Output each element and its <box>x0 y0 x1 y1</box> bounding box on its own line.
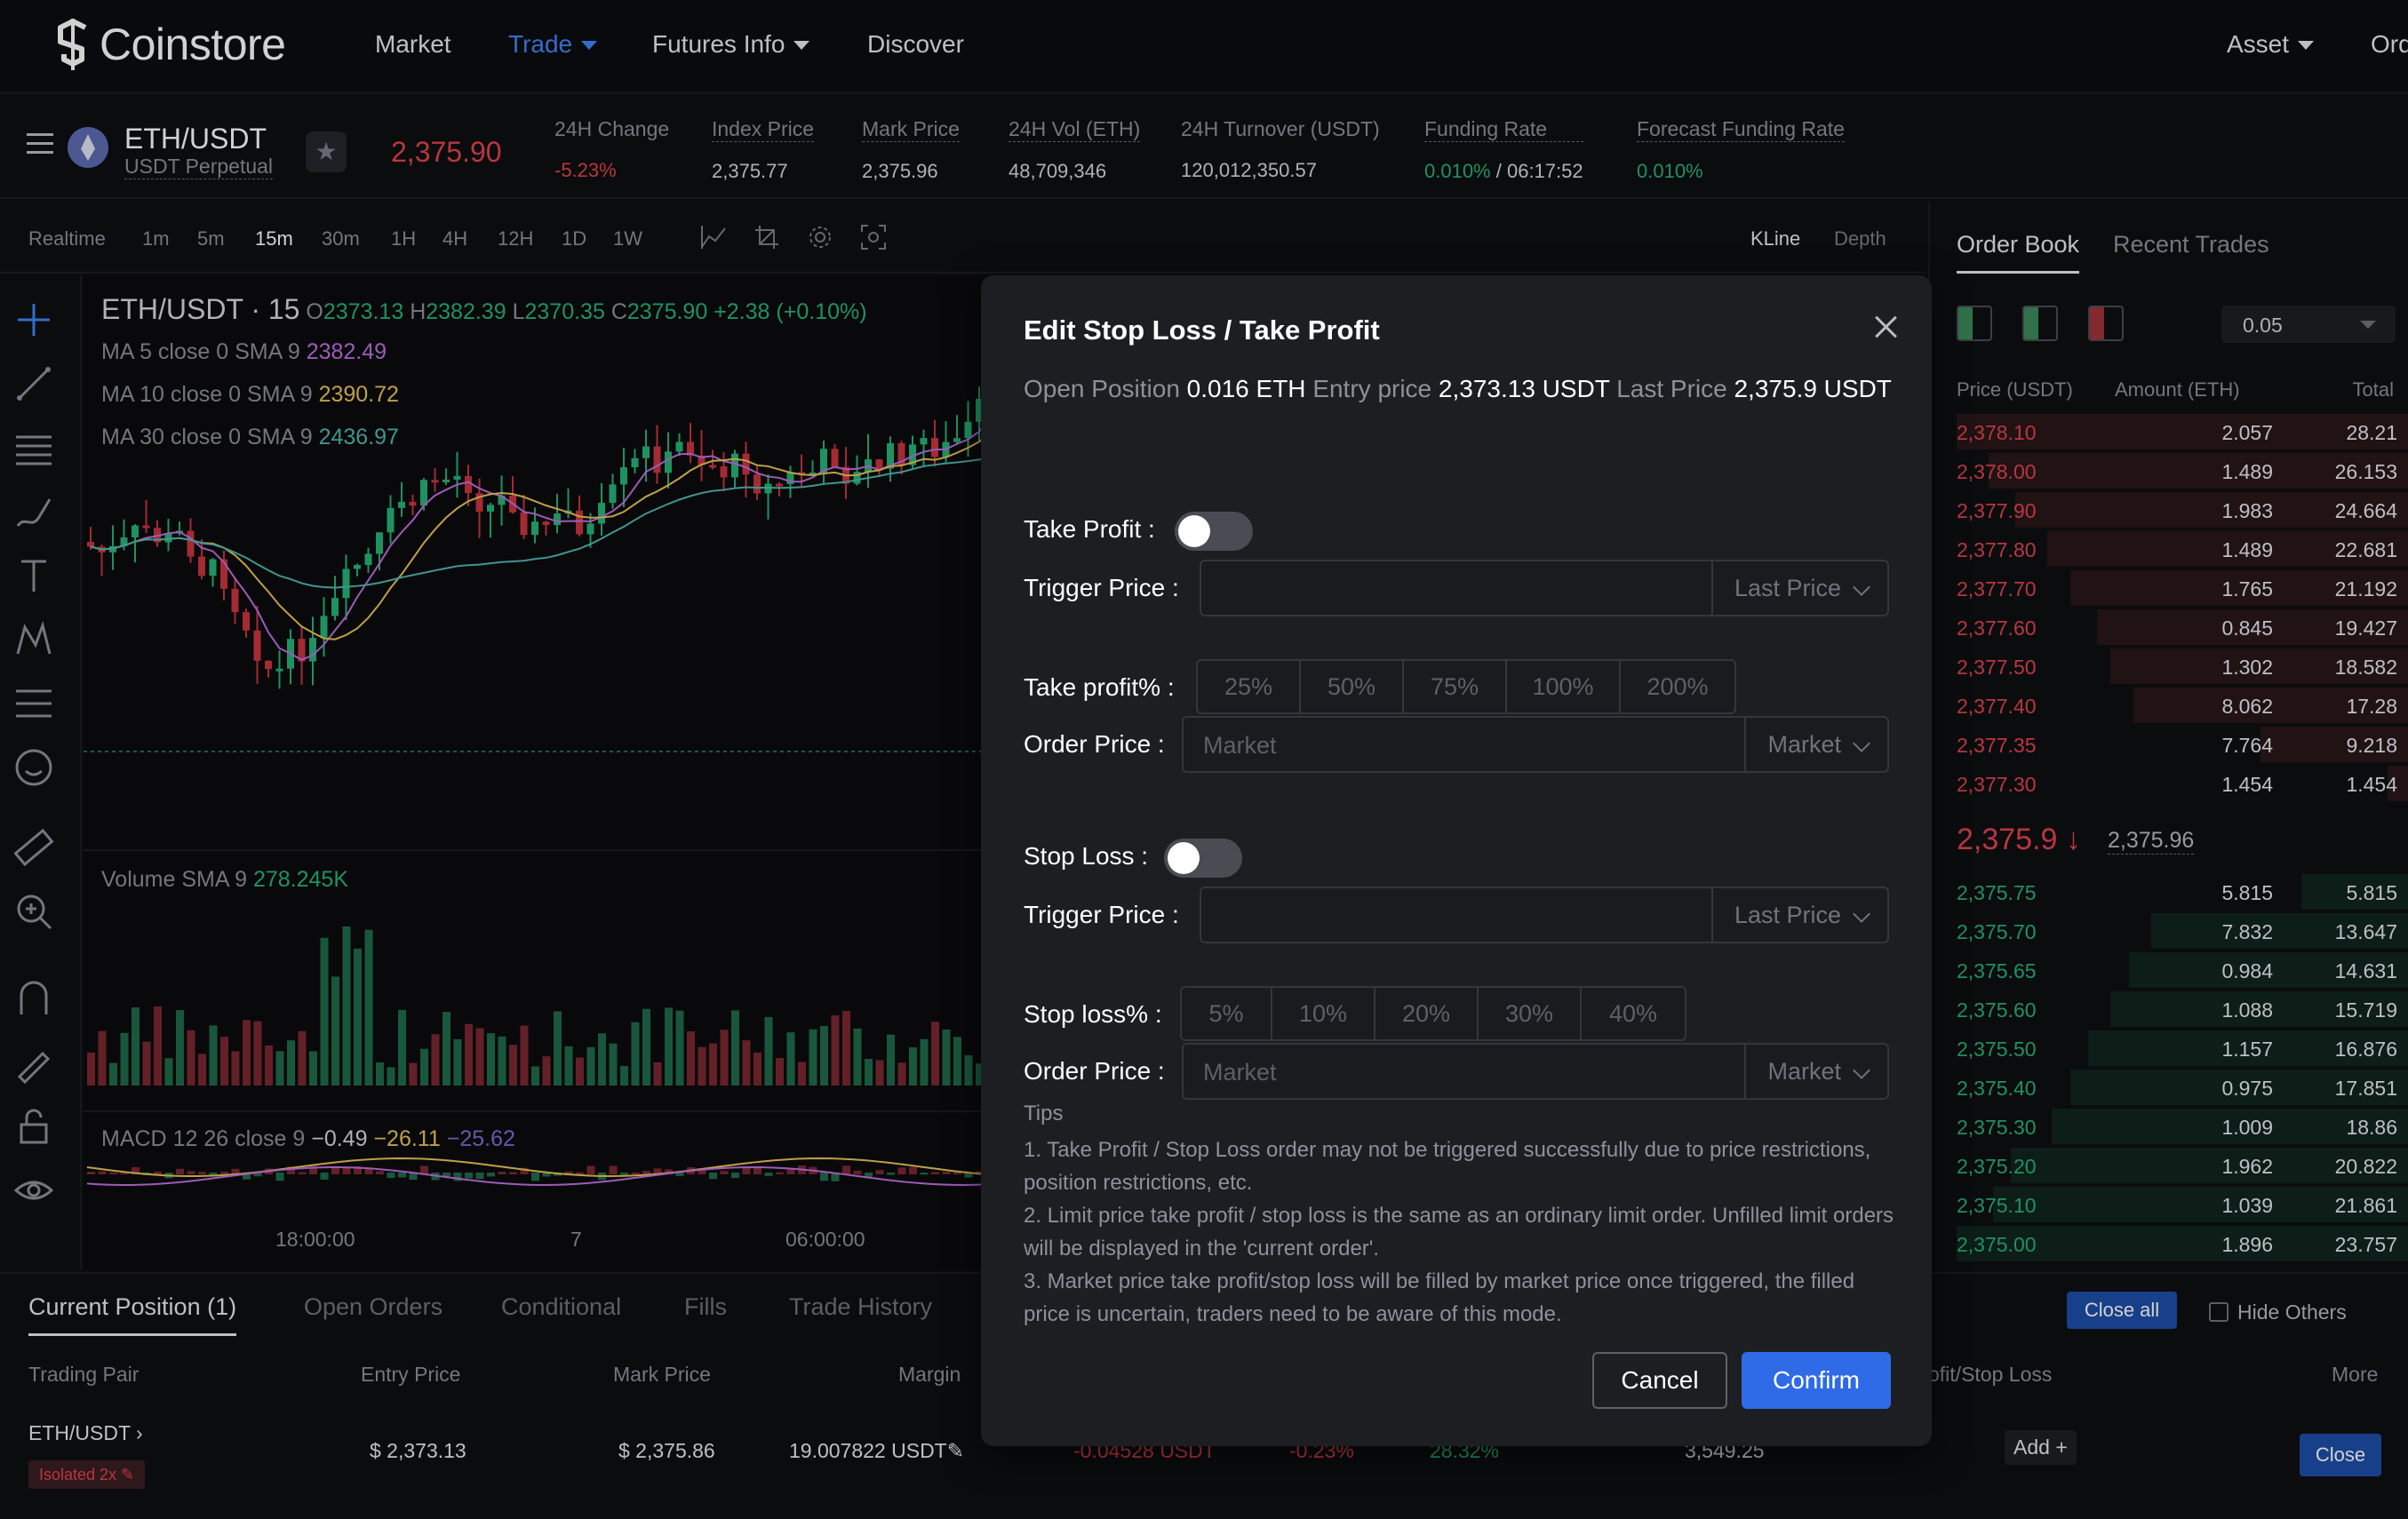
tp-pct-100[interactable]: 100% <box>1507 661 1621 712</box>
position-info: Open Position 0.016 ETH Entry price 2,37… <box>1024 370 1912 409</box>
tp-order-type-select[interactable]: Market <box>1744 718 1887 771</box>
take-profit-label: Take Profit : <box>1024 515 1155 543</box>
sl-order-placeholder: Market <box>1203 1059 1277 1086</box>
sl-pct-10[interactable]: 10% <box>1272 988 1375 1039</box>
tp-percent-group: 25% 50% 75% 100% 200% <box>1196 659 1736 714</box>
sl-order-price-input[interactable]: Market Market <box>1182 1043 1889 1100</box>
info-open-label: Open Position <box>1024 375 1180 402</box>
sl-trigger-label: Trigger Price : <box>1024 901 1179 928</box>
info-entry-label: Entry price <box>1312 375 1432 402</box>
take-profit-toggle[interactable] <box>1175 512 1253 551</box>
edit-tpsl-dialog: Edit Stop Loss / Take Profit Open Positi… <box>981 275 1932 1446</box>
sl-pct-30[interactable]: 30% <box>1479 988 1582 1039</box>
tp-trigger-type-select[interactable]: Last Price <box>1710 561 1887 615</box>
sl-pct-20[interactable]: 20% <box>1375 988 1479 1039</box>
toggle-knob <box>1168 842 1200 874</box>
tip-3: 3. Market price take profit/stop loss wi… <box>1024 1269 1855 1326</box>
stop-loss-toggle[interactable] <box>1164 839 1242 878</box>
tp-pct-200[interactable]: 200% <box>1621 661 1734 712</box>
tip-2: 2. Limit price take profit / stop loss i… <box>1024 1204 1894 1261</box>
tp-percent-label: Take profit% : <box>1024 673 1175 701</box>
sl-percent-label: Stop loss% : <box>1024 1000 1162 1028</box>
dialog-title: Edit Stop Loss / Take Profit <box>1024 314 1380 346</box>
tp-order-price-input[interactable]: Market Market <box>1182 716 1889 773</box>
sl-pct-5[interactable]: 5% <box>1182 988 1272 1039</box>
tp-pct-25[interactable]: 25% <box>1198 661 1301 712</box>
info-last-label: Last Price <box>1616 375 1727 402</box>
info-last-value: 2,375.9 USDT <box>1734 375 1892 402</box>
sl-order-price-label: Order Price : <box>1024 1057 1165 1085</box>
tp-order-price-label: Order Price : <box>1024 730 1165 758</box>
sl-trigger-input[interactable]: Last Price <box>1200 887 1889 943</box>
info-open-value: 0.016 ETH <box>1186 375 1306 402</box>
tp-pct-75[interactable]: 75% <box>1404 661 1507 712</box>
tp-trigger-input[interactable]: Last Price <box>1200 560 1889 616</box>
close-icon[interactable] <box>1870 311 1902 343</box>
tips-title: Tips <box>1024 1101 1064 1125</box>
sl-trigger-type-select[interactable]: Last Price <box>1710 888 1887 942</box>
sl-order-type-select[interactable]: Market <box>1744 1045 1887 1098</box>
sl-pct-40[interactable]: 40% <box>1582 988 1685 1039</box>
sl-percent-group: 5% 10% 20% 30% 40% <box>1180 986 1686 1041</box>
tp-trigger-label: Trigger Price : <box>1024 574 1179 601</box>
tp-order-placeholder: Market <box>1203 732 1277 759</box>
tip-1: 1. Take Profit / Stop Loss order may not… <box>1024 1138 1871 1195</box>
toggle-knob <box>1178 515 1210 547</box>
confirm-button[interactable]: Confirm <box>1742 1352 1891 1409</box>
stop-loss-label: Stop Loss : <box>1024 842 1149 870</box>
cancel-button[interactable]: Cancel <box>1592 1352 1727 1409</box>
tp-pct-50[interactable]: 50% <box>1301 661 1404 712</box>
info-entry-value: 2,373.13 USDT <box>1438 375 1610 402</box>
